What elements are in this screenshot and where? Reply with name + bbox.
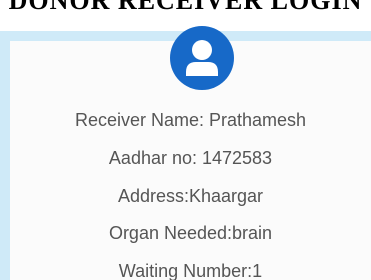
page-heading: DONOR RECEIVER LOGIN — [8, 0, 363, 15]
aadhar-number: Aadhar no: 1472583 — [108, 148, 273, 168]
address: Address:Khaargar — [117, 186, 264, 206]
receiver-profile-page: DONOR RECEIVER LOGIN Receiver Name: Prat… — [0, 0, 371, 280]
organ-needed: Organ Needed:brain — [108, 223, 273, 243]
receiver-name: Receiver Name: Prathamesh — [74, 110, 307, 130]
user-icon — [170, 26, 234, 90]
waiting-number: Waiting Number:1 — [118, 261, 263, 280]
